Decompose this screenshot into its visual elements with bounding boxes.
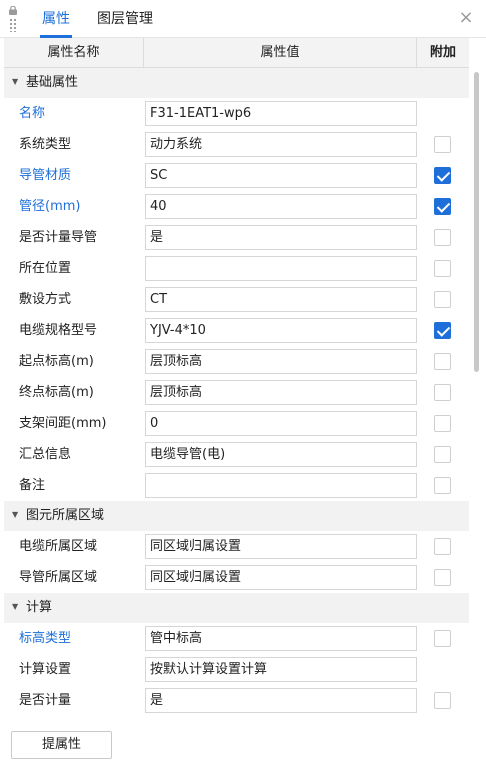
grip-dots-icon (9, 18, 17, 32)
group-title: 图元所属区域 (26, 508, 105, 523)
extract-properties-button[interactable]: 提属性 (11, 731, 112, 759)
property-label: 备注 (19, 478, 46, 493)
property-value-field[interactable]: SC (145, 163, 417, 188)
extra-checkbox[interactable] (434, 198, 451, 215)
property-row: 导管材质 SC (4, 160, 469, 191)
property-value-field[interactable]: YJV-4*10 (145, 318, 417, 343)
property-row: 管径(mm) 40 (4, 191, 469, 222)
grid-body: ▼ 基础属性名称 F31-1EAT1-wp6 系统类型 动力系统导管材质 SC 管径(mm)… (4, 68, 469, 716)
extra-checkbox[interactable] (434, 353, 451, 370)
property-row: 标高类型 管中标高 (4, 623, 469, 654)
property-row: 备注 (4, 470, 469, 501)
extra-checkbox[interactable] (434, 322, 451, 339)
header-property-name: 属性名称 (4, 38, 144, 68)
header-extra: 附加 (429, 45, 456, 60)
extra-checkbox[interactable] (434, 167, 451, 184)
property-label: 计算设置 (19, 662, 72, 677)
property-label: 电缆规格型号 (19, 323, 98, 338)
property-value-field[interactable] (145, 473, 417, 498)
extra-checkbox[interactable] (434, 446, 451, 463)
extra-checkbox[interactable] (434, 415, 451, 432)
property-value-field[interactable]: CT (145, 287, 417, 312)
scrollbar-thumb[interactable] (474, 72, 479, 372)
property-value-field[interactable]: 按默认计算设置计算 (145, 657, 417, 682)
group-title: 基础属性 (26, 75, 79, 90)
collapse-triangle-icon[interactable]: ▼ (12, 77, 18, 86)
grid-header: 属性名称 属性值 附加 (4, 38, 469, 68)
property-row: 是否计量导管 是 (4, 222, 469, 253)
property-value-field[interactable]: F31-1EAT1-wp6 (145, 101, 417, 126)
property-label: 起点标高(m) (19, 354, 94, 369)
extra-checkbox[interactable] (434, 477, 451, 494)
property-row: 敷设方式 CT (4, 284, 469, 315)
extra-checkbox[interactable] (434, 569, 451, 586)
extra-checkbox[interactable] (434, 229, 451, 246)
property-value-field[interactable] (145, 256, 417, 281)
tab-bar: 属性 图层管理 × (0, 0, 486, 38)
drag-grip-icon[interactable] (7, 6, 19, 32)
property-row: 导管所属区域 同区域归属设置 (4, 562, 469, 593)
property-value-field[interactable]: 0 (145, 411, 417, 436)
property-value-field[interactable]: 层顶标高 (145, 349, 417, 374)
property-value-field[interactable]: 40 (145, 194, 417, 219)
property-label: 名称 (19, 106, 46, 121)
property-grid: 属性名称 属性值 附加 ▼ 基础属性名称 F31-1EAT1-wp6 系统类型 动力系统… (4, 38, 469, 716)
collapse-triangle-icon[interactable]: ▼ (12, 602, 18, 611)
tab-layer-management[interactable]: 图层管理 (97, 0, 153, 38)
property-row: 系统类型 动力系统 (4, 129, 469, 160)
property-label: 敷设方式 (19, 292, 72, 307)
property-row: 名称 F31-1EAT1-wp6 (4, 98, 469, 129)
collapse-triangle-icon[interactable]: ▼ (12, 510, 18, 519)
property-row: 电缆规格型号 YJV-4*10 (4, 315, 469, 346)
group-header[interactable]: ▼ 图元所属区域 (4, 501, 469, 531)
extra-checkbox[interactable] (434, 136, 451, 153)
group-header[interactable]: ▼ 计算 (4, 593, 469, 623)
property-row: 是否计量 是 (4, 685, 469, 716)
property-label: 导管所属区域 (19, 570, 98, 585)
property-value-field[interactable]: 层顶标高 (145, 380, 417, 405)
property-value-field[interactable]: 管中标高 (145, 626, 417, 651)
extra-checkbox[interactable] (434, 260, 451, 277)
property-value-field[interactable]: 同区域归属设置 (145, 565, 417, 590)
property-row: 起点标高(m) 层顶标高 (4, 346, 469, 377)
extra-checkbox[interactable] (434, 538, 451, 555)
property-value-field[interactable]: 是 (145, 688, 417, 713)
property-row: 汇总信息 电缆导管(电) (4, 439, 469, 470)
property-value-field[interactable]: 动力系统 (145, 132, 417, 157)
property-label: 所在位置 (19, 261, 72, 276)
extra-checkbox[interactable] (434, 291, 451, 308)
property-label: 是否计量导管 (19, 230, 98, 245)
property-label: 支架间距(mm) (19, 416, 107, 431)
property-value-field[interactable]: 同区域归属设置 (145, 534, 417, 559)
property-label: 电缆所属区域 (19, 539, 98, 554)
close-icon[interactable]: × (456, 8, 476, 28)
property-value-field[interactable]: 电缆导管(电) (145, 442, 417, 467)
property-value-field[interactable]: 是 (145, 225, 417, 250)
property-label: 汇总信息 (19, 447, 72, 462)
property-row: 支架间距(mm) 0 (4, 408, 469, 439)
property-row: 计算设置 按默认计算设置计算 (4, 654, 469, 685)
property-row: 电缆所属区域 同区域归属设置 (4, 531, 469, 562)
extra-checkbox[interactable] (434, 692, 451, 709)
extra-checkbox[interactable] (434, 630, 451, 647)
tab-properties[interactable]: 属性 (40, 0, 72, 38)
lock-icon (9, 6, 17, 15)
group-header[interactable]: ▼ 基础属性 (4, 68, 469, 98)
group-title: 计算 (26, 600, 53, 615)
extra-checkbox[interactable] (434, 384, 451, 401)
property-label: 系统类型 (19, 137, 72, 152)
property-label: 导管材质 (19, 168, 72, 183)
header-property-value: 属性值 (144, 38, 417, 68)
property-row: 终点标高(m) 层顶标高 (4, 377, 469, 408)
property-row: 所在位置 (4, 253, 469, 284)
property-label: 管径(mm) (19, 199, 81, 214)
property-label: 终点标高(m) (19, 385, 94, 400)
property-label: 是否计量 (19, 693, 72, 708)
property-label: 标高类型 (19, 631, 72, 646)
